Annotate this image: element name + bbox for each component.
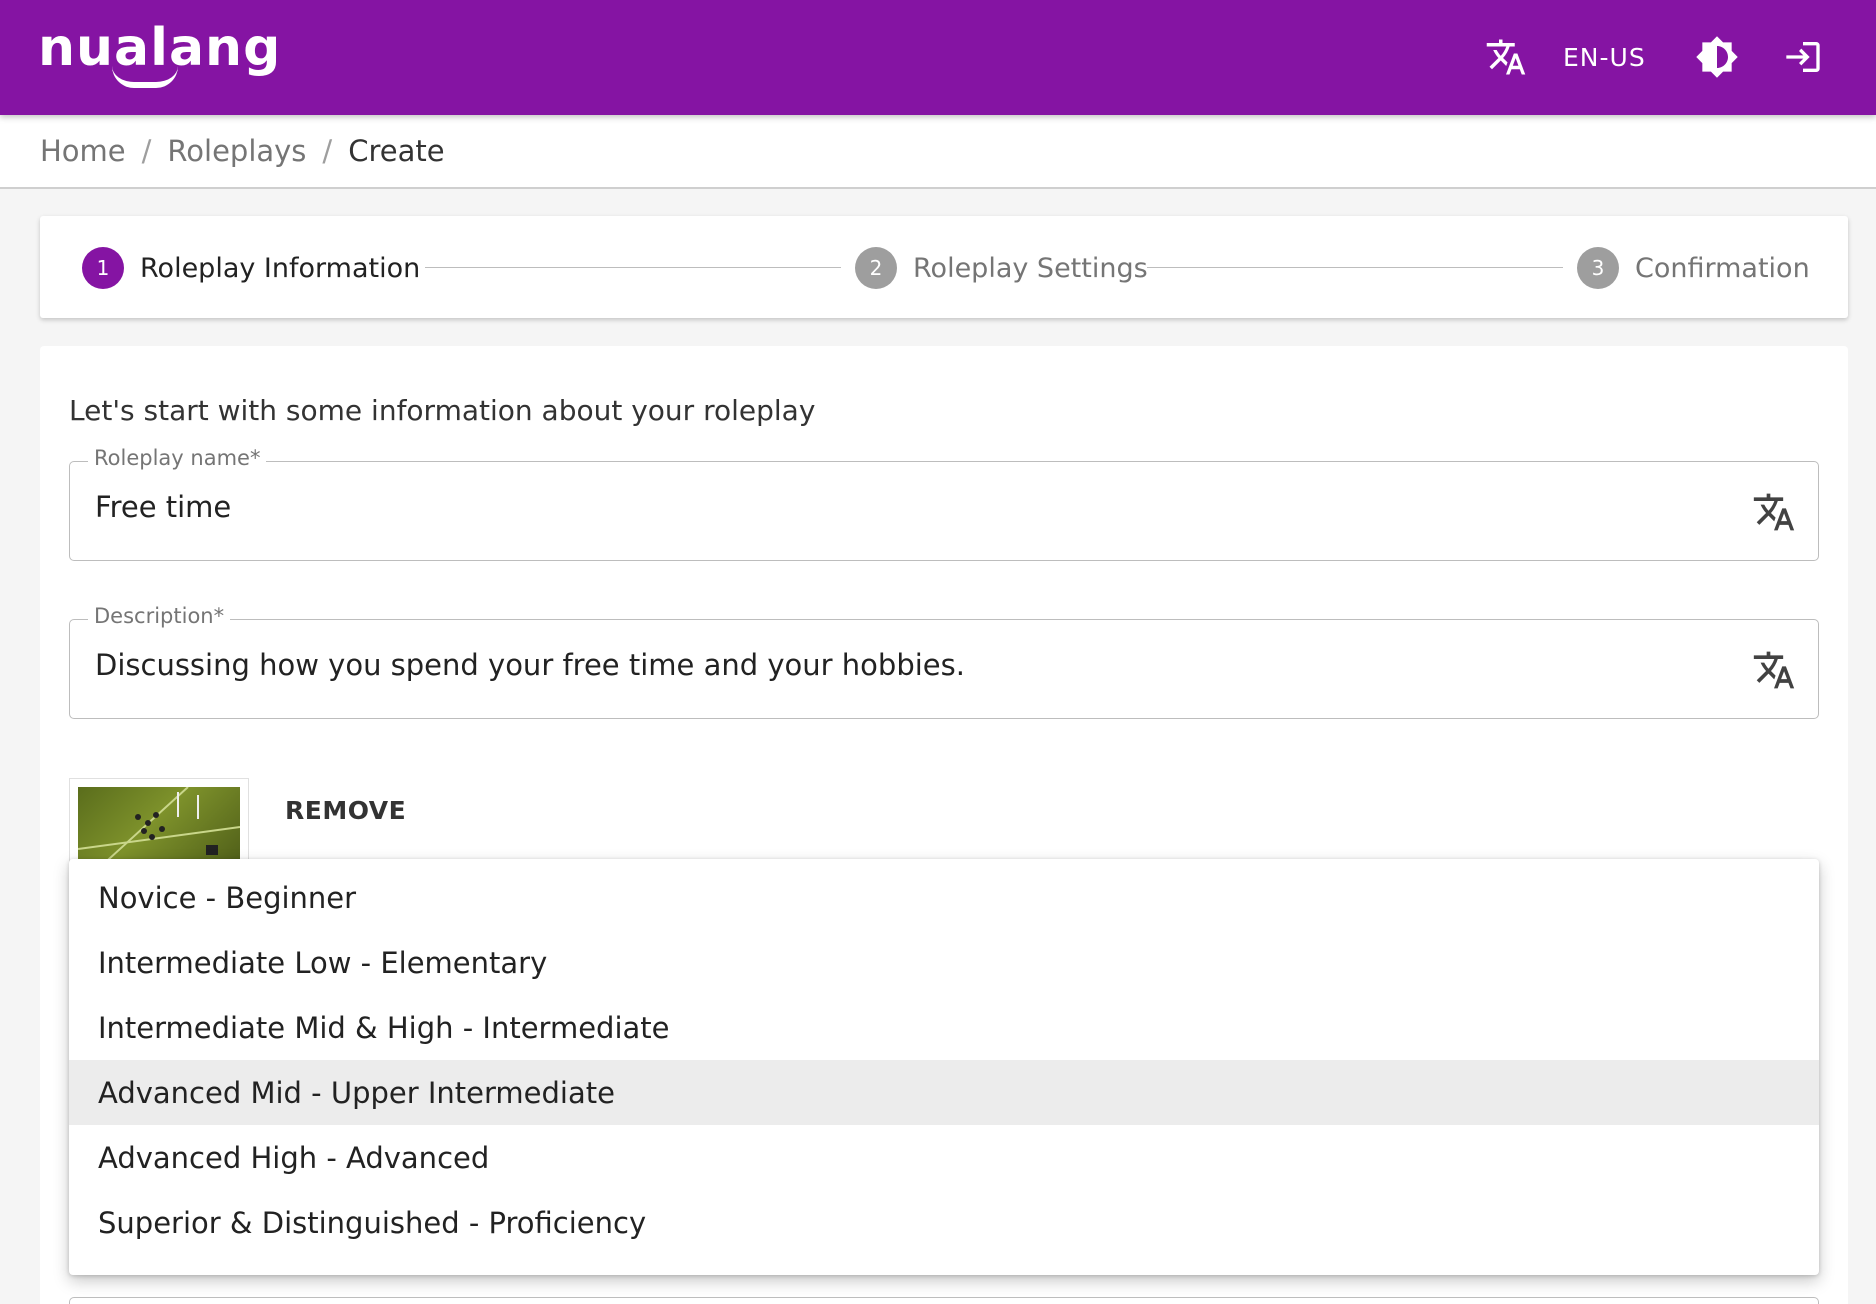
remove-image-button[interactable]: REMOVE bbox=[285, 796, 406, 825]
step-number: 3 bbox=[1577, 247, 1619, 289]
step-roleplay-settings[interactable]: 2 Roleplay Settings bbox=[855, 246, 1148, 290]
app-bar: nualang EN-US bbox=[0, 0, 1876, 115]
menu-item-intermediate-low[interactable]: Intermediate Low - Elementary bbox=[69, 930, 1819, 995]
menu-item-novice-beginner[interactable]: Novice - Beginner bbox=[69, 865, 1819, 930]
breadcrumb-separator: / bbox=[322, 134, 333, 168]
menu-item-superior-distinguished[interactable]: Superior & Distinguished - Proficiency bbox=[69, 1190, 1819, 1255]
level-select-field[interactable] bbox=[69, 1297, 1819, 1304]
logo-smile-mark bbox=[112, 66, 178, 88]
form-intro: Let's start with some information about … bbox=[69, 394, 816, 427]
step-label: Roleplay Information bbox=[140, 252, 421, 284]
description-label: Description* bbox=[88, 604, 231, 628]
step-confirmation[interactable]: 3 Confirmation bbox=[1577, 246, 1810, 290]
description-input[interactable] bbox=[95, 648, 1695, 682]
breadcrumb: Home / Roleplays / Create bbox=[0, 115, 1876, 189]
description-field[interactable]: Description* bbox=[69, 604, 1819, 719]
stepper: 1 Roleplay Information 2 Roleplay Settin… bbox=[40, 216, 1848, 318]
step-number: 1 bbox=[82, 247, 124, 289]
locale-selector[interactable]: EN-US bbox=[1563, 43, 1646, 72]
breadcrumb-separator: / bbox=[141, 134, 152, 168]
breadcrumb-current: Create bbox=[348, 134, 445, 168]
step-connector bbox=[425, 267, 841, 268]
breadcrumb-home[interactable]: Home bbox=[40, 134, 126, 168]
login-icon[interactable] bbox=[1780, 34, 1826, 80]
roleplay-name-field[interactable]: Roleplay name* bbox=[69, 446, 1819, 561]
sports-field-image-icon bbox=[78, 787, 240, 869]
step-label: Roleplay Settings bbox=[913, 252, 1148, 284]
roleplay-name-label: Roleplay name* bbox=[88, 446, 267, 470]
menu-item-advanced-mid[interactable]: Advanced Mid - Upper Intermediate bbox=[69, 1060, 1819, 1125]
menu-item-intermediate-mid-high[interactable]: Intermediate Mid & High - Intermediate bbox=[69, 995, 1819, 1060]
menu-item-advanced-high[interactable]: Advanced High - Advanced bbox=[69, 1125, 1819, 1190]
translate-icon[interactable] bbox=[1483, 34, 1529, 80]
roleplay-name-input[interactable] bbox=[95, 490, 1695, 524]
translate-icon[interactable] bbox=[1752, 648, 1796, 692]
breadcrumb-roleplays[interactable]: Roleplays bbox=[167, 134, 306, 168]
roleplay-image bbox=[78, 787, 240, 869]
step-roleplay-information[interactable]: 1 Roleplay Information bbox=[82, 246, 420, 290]
step-label: Confirmation bbox=[1635, 252, 1810, 284]
level-dropdown-menu: Novice - Beginner Intermediate Low - Ele… bbox=[69, 859, 1819, 1275]
translate-icon[interactable] bbox=[1752, 490, 1796, 534]
brightness-icon[interactable] bbox=[1694, 34, 1740, 80]
step-number: 2 bbox=[855, 247, 897, 289]
step-connector bbox=[1147, 267, 1563, 268]
